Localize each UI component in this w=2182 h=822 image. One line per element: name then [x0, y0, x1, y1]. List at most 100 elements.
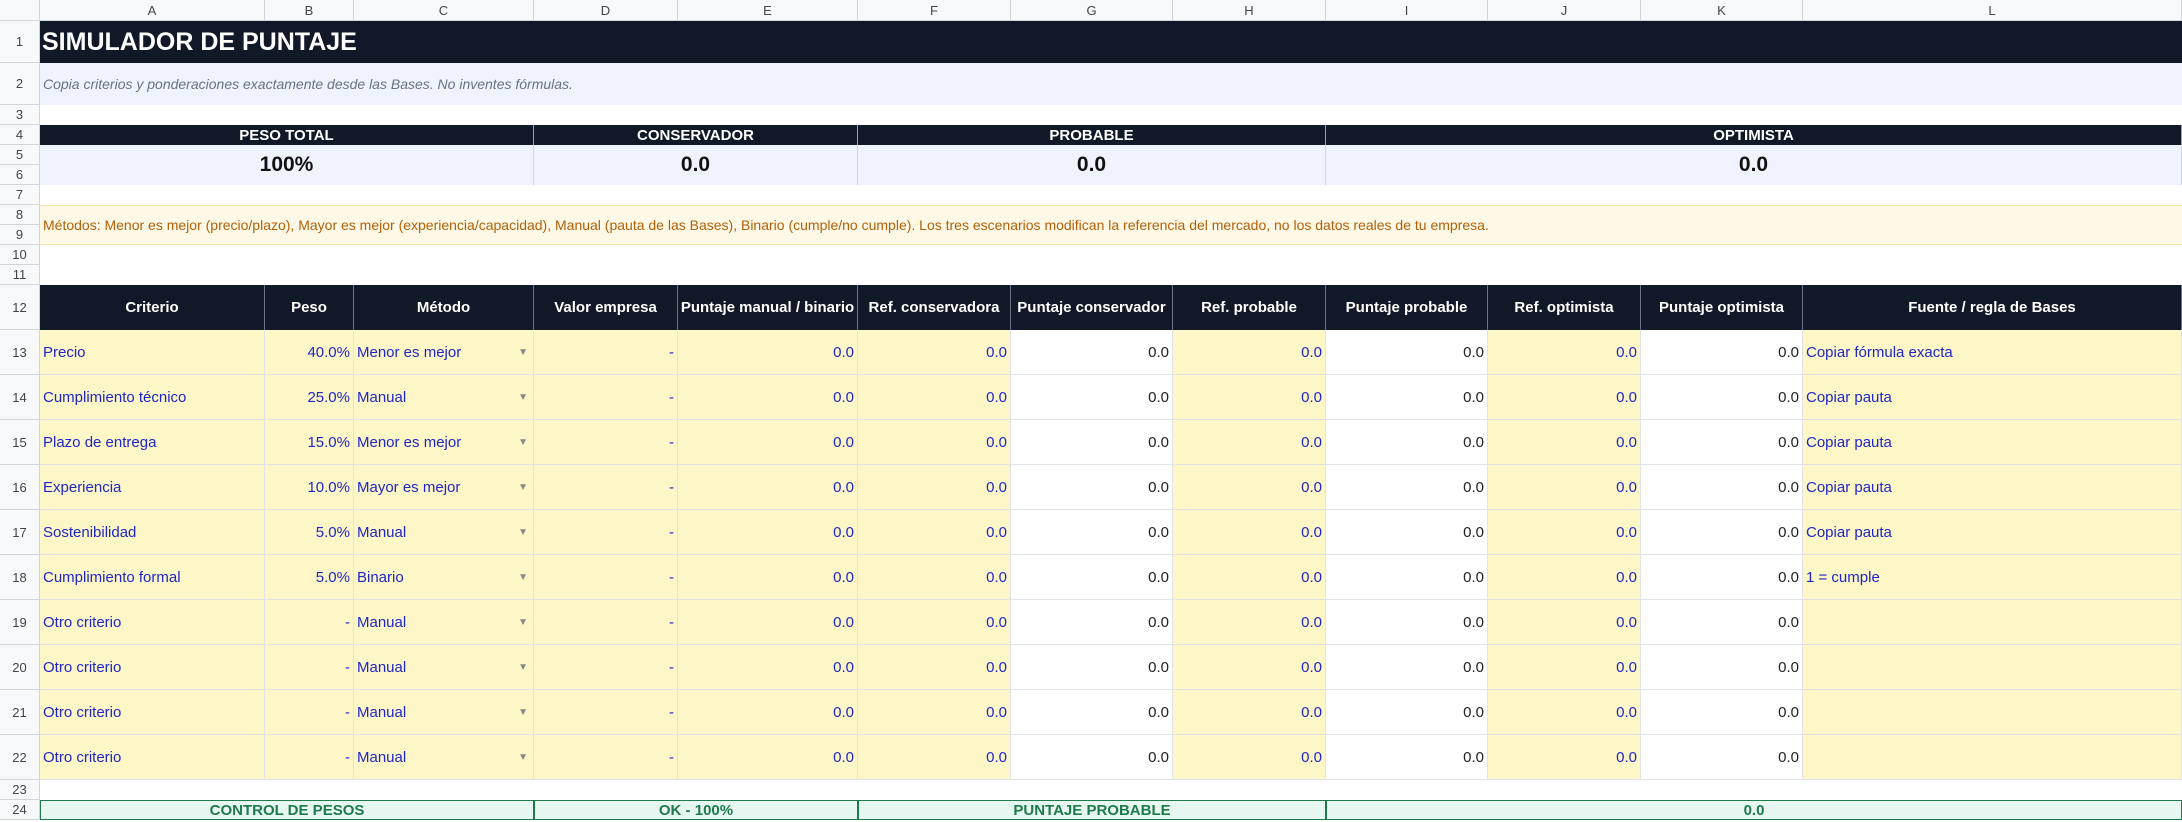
- table-cell[interactable]: 0.0: [858, 555, 1011, 600]
- control-value1[interactable]: OK - 100%: [534, 800, 858, 820]
- table-cell[interactable]: -: [534, 735, 678, 780]
- table-cell[interactable]: -: [534, 420, 678, 465]
- table-cell[interactable]: [1803, 690, 2182, 735]
- row-header-1[interactable]: 1: [0, 21, 40, 63]
- table-cell[interactable]: 0.0: [678, 735, 858, 780]
- chevron-down-icon[interactable]: ▼: [518, 437, 528, 448]
- column-header-i[interactable]: I: [1326, 0, 1488, 21]
- table-cell[interactable]: -: [534, 510, 678, 555]
- table-cell[interactable]: 0.0: [1173, 510, 1326, 555]
- table-cell[interactable]: 0.0: [1326, 645, 1488, 690]
- table-cell[interactable]: 0.0: [1641, 690, 1803, 735]
- summary-value-conservador[interactable]: 0.0: [534, 145, 858, 185]
- table-cell[interactable]: 0.0: [858, 510, 1011, 555]
- method-dropdown[interactable]: Manual ▼: [354, 600, 534, 645]
- row-header-21[interactable]: 21: [0, 690, 40, 735]
- table-cell[interactable]: -: [534, 555, 678, 600]
- table-cell[interactable]: [1803, 645, 2182, 690]
- table-cell[interactable]: 0.0: [1011, 600, 1173, 645]
- table-cell[interactable]: Otro criterio: [40, 600, 265, 645]
- table-cell[interactable]: 0.0: [1326, 555, 1488, 600]
- column-header-c[interactable]: C: [354, 0, 534, 21]
- table-cell[interactable]: 0.0: [1011, 645, 1173, 690]
- table-cell[interactable]: 0.0: [1488, 735, 1641, 780]
- table-cell[interactable]: 0.0: [1641, 555, 1803, 600]
- table-cell[interactable]: 0.0: [1011, 735, 1173, 780]
- table-cell[interactable]: 0.0: [1011, 330, 1173, 375]
- row-header-23[interactable]: 23: [0, 780, 40, 800]
- column-header-b[interactable]: B: [265, 0, 354, 21]
- table-cell[interactable]: -: [534, 330, 678, 375]
- summary-value-peso-total[interactable]: 100%: [40, 145, 534, 185]
- column-header-j[interactable]: J: [1488, 0, 1641, 21]
- table-cell[interactable]: -: [534, 690, 678, 735]
- table-cell[interactable]: -: [265, 600, 354, 645]
- table-cell[interactable]: -: [265, 645, 354, 690]
- table-cell[interactable]: 0.0: [858, 465, 1011, 510]
- summary-value-optimista[interactable]: 0.0: [1326, 145, 2182, 185]
- table-cell[interactable]: 15.0%: [265, 420, 354, 465]
- table-cell[interactable]: Sostenibilidad: [40, 510, 265, 555]
- table-cell[interactable]: Copiar pauta: [1803, 510, 2182, 555]
- row-header-13[interactable]: 13: [0, 330, 40, 375]
- chevron-down-icon[interactable]: ▼: [518, 392, 528, 403]
- table-cell[interactable]: 0.0: [1011, 420, 1173, 465]
- table-cell[interactable]: Precio: [40, 330, 265, 375]
- table-cell[interactable]: 5.0%: [265, 510, 354, 555]
- table-cell[interactable]: 0.0: [1488, 600, 1641, 645]
- table-cell[interactable]: 0.0: [858, 330, 1011, 375]
- method-dropdown[interactable]: Binario ▼: [354, 555, 534, 600]
- table-cell[interactable]: 0.0: [678, 555, 858, 600]
- row-header-20[interactable]: 20: [0, 645, 40, 690]
- chevron-down-icon[interactable]: ▼: [518, 527, 528, 538]
- table-cell[interactable]: 0.0: [858, 420, 1011, 465]
- table-cell[interactable]: 0.0: [1011, 555, 1173, 600]
- table-cell[interactable]: -: [534, 645, 678, 690]
- row-header-15[interactable]: 15: [0, 420, 40, 465]
- table-cell[interactable]: Cumplimiento formal: [40, 555, 265, 600]
- table-cell[interactable]: 25.0%: [265, 375, 354, 420]
- table-cell[interactable]: 0.0: [1641, 735, 1803, 780]
- table-cell[interactable]: 0.0: [1326, 510, 1488, 555]
- table-cell[interactable]: 0.0: [1011, 510, 1173, 555]
- row-header-16[interactable]: 16: [0, 465, 40, 510]
- table-cell[interactable]: 0.0: [1326, 420, 1488, 465]
- method-dropdown[interactable]: Mayor es mejor ▼: [354, 465, 534, 510]
- table-cell[interactable]: 0.0: [1488, 510, 1641, 555]
- row-header-18[interactable]: 18: [0, 555, 40, 600]
- table-cell[interactable]: 0.0: [1326, 600, 1488, 645]
- table-cell[interactable]: 0.0: [1326, 690, 1488, 735]
- table-cell[interactable]: 5.0%: [265, 555, 354, 600]
- method-dropdown[interactable]: Menor es mejor ▼: [354, 330, 534, 375]
- table-cell[interactable]: 0.0: [1488, 690, 1641, 735]
- summary-value-probable[interactable]: 0.0: [858, 145, 1326, 185]
- table-cell[interactable]: -: [265, 735, 354, 780]
- table-cell[interactable]: [1803, 735, 2182, 780]
- table-cell[interactable]: 0.0: [1641, 330, 1803, 375]
- column-header-f[interactable]: F: [858, 0, 1011, 21]
- table-cell[interactable]: 0.0: [1173, 600, 1326, 645]
- row-header-17[interactable]: 17: [0, 510, 40, 555]
- select-all-corner[interactable]: [0, 0, 40, 21]
- table-cell[interactable]: 0.0: [1326, 735, 1488, 780]
- table-cell[interactable]: 0.0: [1326, 375, 1488, 420]
- table-cell[interactable]: 0.0: [678, 375, 858, 420]
- column-header-k[interactable]: K: [1641, 0, 1803, 21]
- table-cell[interactable]: Otro criterio: [40, 645, 265, 690]
- column-header-e[interactable]: E: [678, 0, 858, 21]
- method-dropdown[interactable]: Manual ▼: [354, 735, 534, 780]
- table-cell[interactable]: 0.0: [1488, 555, 1641, 600]
- table-cell[interactable]: 0.0: [1641, 645, 1803, 690]
- table-cell[interactable]: 0.0: [678, 465, 858, 510]
- table-cell[interactable]: 0.0: [1173, 420, 1326, 465]
- table-cell[interactable]: Otro criterio: [40, 690, 265, 735]
- table-cell[interactable]: 0.0: [858, 375, 1011, 420]
- row-header-24[interactable]: 24: [0, 800, 40, 820]
- column-header-g[interactable]: G: [1011, 0, 1173, 21]
- table-cell[interactable]: Plazo de entrega: [40, 420, 265, 465]
- table-cell[interactable]: 0.0: [1641, 510, 1803, 555]
- table-cell[interactable]: 0.0: [1173, 735, 1326, 780]
- table-cell[interactable]: Cumplimiento técnico: [40, 375, 265, 420]
- table-cell[interactable]: 0.0: [858, 645, 1011, 690]
- table-cell[interactable]: Copiar fórmula exacta: [1803, 330, 2182, 375]
